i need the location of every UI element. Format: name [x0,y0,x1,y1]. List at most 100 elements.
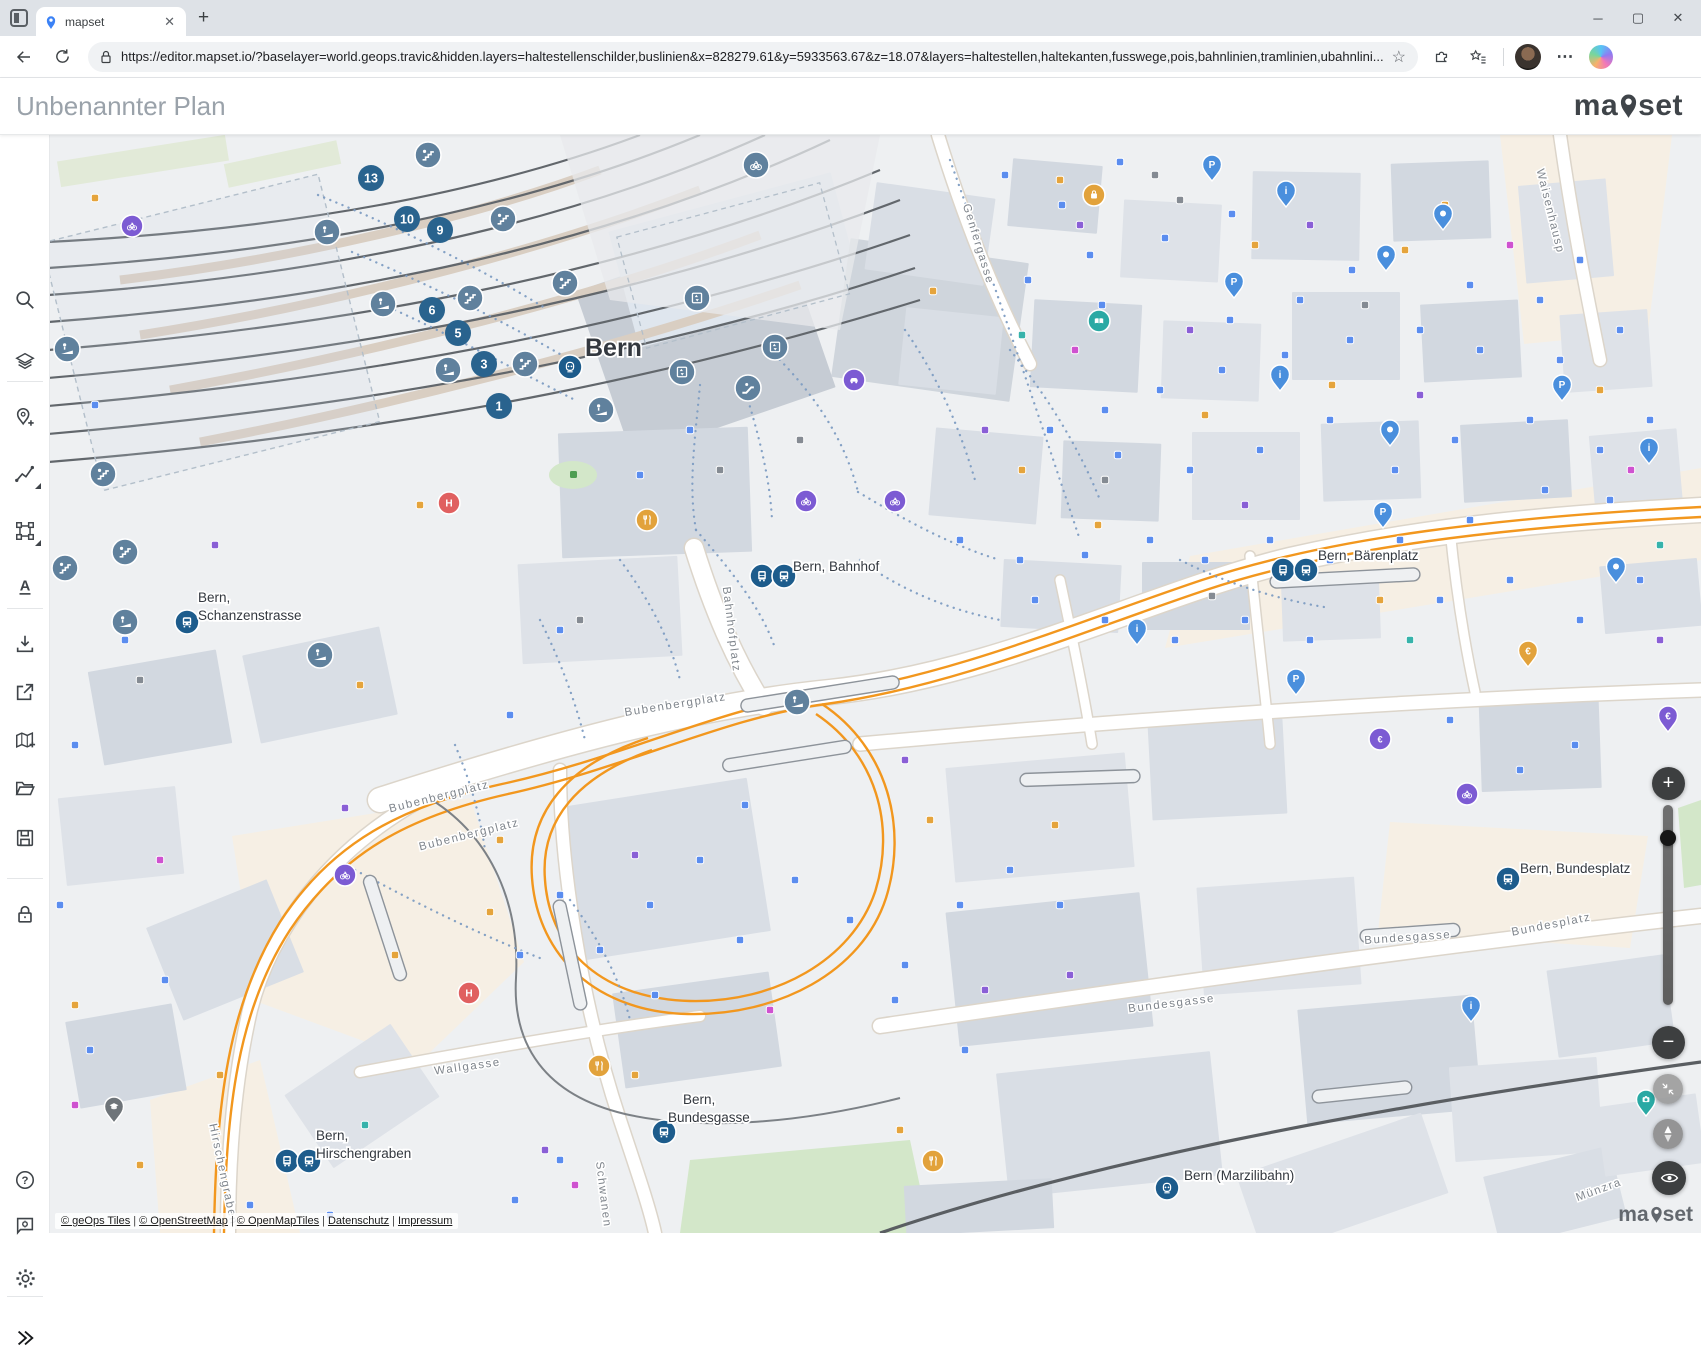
poi-dot[interactable] [1001,171,1008,178]
marker-stairs[interactable] [112,539,138,565]
window-close-button[interactable]: ✕ [1671,10,1685,26]
marker-stairs[interactable] [415,142,441,168]
plan-title-input[interactable] [16,91,576,122]
marker-bike[interactable] [884,490,906,512]
marker-ramp[interactable] [784,689,810,715]
zoom-slider-handle[interactable] [1660,830,1676,846]
marker-rest[interactable] [636,509,658,531]
poi-dot[interactable] [696,856,703,863]
poi-dot[interactable] [1556,356,1563,363]
poi-dot[interactable] [1101,616,1108,623]
marker-train[interactable] [558,355,582,379]
favorites-bar-icon[interactable] [1466,44,1492,70]
poi-dot[interactable] [1466,281,1473,288]
poi-dot[interactable] [136,1161,143,1168]
poi-dot[interactable] [1186,326,1193,333]
poi-dot[interactable] [1201,411,1208,418]
poi-dot[interactable] [1536,296,1543,303]
poi-dot[interactable] [1208,592,1215,599]
marker-stairs[interactable] [490,206,516,232]
marker-ramp[interactable] [54,336,80,362]
poi-dot[interactable] [1151,171,1158,178]
poi-dot[interactable] [1046,426,1053,433]
poi-dot[interactable] [1646,416,1653,423]
poi-dot[interactable] [846,916,853,923]
poi-dot[interactable] [1396,536,1403,543]
tab-actions-icon[interactable] [10,9,28,27]
poi-dot[interactable] [1241,616,1248,623]
marker-bag[interactable] [1083,184,1105,206]
poi-dot[interactable] [929,287,936,294]
poi-dot[interactable] [1466,516,1473,523]
poi-dot[interactable] [1071,346,1078,353]
platform-number-marker[interactable]: 10 [394,206,420,232]
poi-dot[interactable] [511,1196,518,1203]
poi-dot[interactable] [1306,636,1313,643]
marker-H[interactable]: H [438,492,460,514]
attribution-link[interactable]: © OpenStreetMap [139,1215,228,1227]
layers-tool-button[interactable] [8,344,42,378]
marker-book[interactable] [1088,310,1110,332]
poi-dot[interactable] [901,756,908,763]
poi-dot[interactable] [1101,476,1108,483]
profile-avatar[interactable] [1515,44,1541,70]
marker-rest[interactable] [922,1150,944,1172]
back-button[interactable] [10,43,38,71]
copilot-icon[interactable] [1589,45,1613,69]
poi-dot[interactable] [631,851,638,858]
poi-dot[interactable] [1018,331,1025,338]
poi-dot[interactable] [1361,301,1368,308]
platform-number-marker[interactable]: 13 [358,165,384,191]
poi-dot[interactable] [636,471,643,478]
poi-dot[interactable] [1146,536,1153,543]
poi-dot[interactable] [71,1001,78,1008]
poi-dot[interactable] [1376,596,1383,603]
poi-dot[interactable] [1066,971,1073,978]
poi-dot[interactable] [496,836,503,843]
poi-dot[interactable] [1348,266,1355,273]
url-text[interactable]: https://editor.mapset.io/?baselayer=worl… [121,49,1384,64]
poi-dot[interactable] [1346,336,1353,343]
draw-route-tool-button[interactable] [8,457,42,491]
poi-dot[interactable] [1056,176,1063,183]
poi-dot[interactable] [956,901,963,908]
poi-dot[interactable] [596,946,603,953]
poi-dot[interactable] [956,536,963,543]
attribution-link[interactable]: Datenschutz [328,1215,389,1227]
marker-bike[interactable] [795,490,817,512]
marker-ramp[interactable] [435,357,461,383]
expand-toolbar-button[interactable] [8,1321,42,1355]
poi-dot[interactable] [791,876,798,883]
poi-dot[interactable] [1596,446,1603,453]
poi-dot[interactable] [1541,486,1548,493]
marker-bus[interactable] [1294,558,1318,582]
poi-dot[interactable] [1176,196,1183,203]
save-tool-button[interactable] [8,821,42,855]
poi-dot[interactable] [896,1126,903,1133]
new-tab-button[interactable]: + [198,7,209,29]
poi-dot[interactable] [1256,446,1263,453]
browser-menu-icon[interactable]: ⋯ [1552,44,1578,70]
extensions-icon[interactable] [1429,44,1455,70]
poi-dot[interactable] [901,961,908,968]
marker-elev[interactable] [669,359,695,385]
poi-dot[interactable] [981,986,988,993]
marker-stairs[interactable] [457,285,483,311]
poi-dot[interactable] [1251,241,1258,248]
poi-dot[interactable] [1024,276,1031,283]
poi-dot[interactable] [796,436,803,443]
poi-dot[interactable] [1228,210,1235,217]
marker-stairs[interactable] [90,461,116,487]
poi-dot[interactable] [716,466,723,473]
attribution-link[interactable]: © OpenMapTiles [237,1215,319,1227]
poi-dot[interactable] [556,626,563,633]
poi-dot[interactable] [1218,366,1225,373]
poi-dot[interactable] [1116,158,1123,165]
marker-stairs[interactable] [552,270,578,296]
poi-dot[interactable] [646,901,653,908]
poi-dot[interactable] [86,1046,93,1053]
poi-dot[interactable] [1451,436,1458,443]
poi-dot[interactable] [1161,234,1168,241]
marker-bike[interactable] [1456,783,1478,805]
poi-dot[interactable] [1101,406,1108,413]
